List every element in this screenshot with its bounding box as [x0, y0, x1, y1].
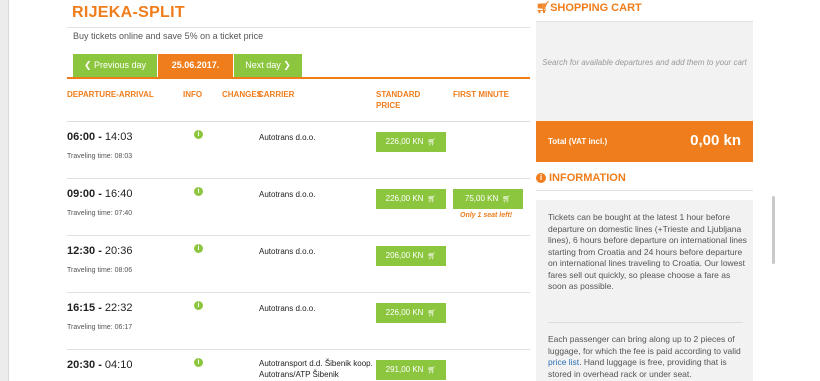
standard-price-label: 226,00 KN — [385, 137, 424, 146]
chevron-left-icon: ❮ — [83, 60, 92, 70]
travel-time: Traveling time: 07:40 — [67, 210, 133, 217]
departure-time: 12:30 — [67, 245, 96, 257]
info-circle-icon: i — [536, 173, 546, 183]
arrival-time: 14:03 — [104, 131, 133, 143]
shopping-cart-icon: 🛒︎ — [427, 367, 437, 374]
price-list-link[interactable]: price list — [548, 357, 579, 367]
info-circle-icon[interactable]: i — [194, 187, 203, 196]
seats-left-note: Only 1 seat left! — [460, 212, 513, 219]
info-circle-icon[interactable]: i — [194, 130, 203, 139]
shopping-cart-icon: 🛒︎ — [427, 253, 437, 260]
standard-price-button[interactable]: 226,00 KN 🛒︎ — [376, 303, 446, 323]
departure-time: 16:15 — [67, 302, 96, 314]
shopping-cart-icon: 🛒︎ — [536, 2, 550, 14]
info-circle-icon[interactable]: i — [194, 358, 203, 367]
departure-time: 06:00 — [67, 131, 96, 143]
standard-price-button[interactable]: 226,00 KN 🛒︎ — [376, 189, 446, 209]
sidebar: 🛒︎ SHOPPING CART Search for available de… — [536, 0, 820, 381]
information-paragraph: Tickets can be bought at the latest 1 ho… — [548, 212, 747, 291]
header-first-minute: FIRST MINUTE — [453, 90, 509, 99]
carrier-name: Autotrans d.o.o. — [259, 133, 316, 142]
info-circle-icon[interactable]: i — [194, 301, 203, 310]
cart-total-bar: Total (VAT incl.) 0,00 kn — [536, 121, 753, 162]
information-divider — [536, 190, 753, 191]
arrival-time: 04:10 — [104, 359, 133, 371]
next-day-label: Next day — [245, 60, 281, 70]
luggage-text-a: Each passenger can bring along up to 2 p… — [548, 334, 741, 356]
sidebar-scrollbar-thumb[interactable] — [772, 196, 775, 264]
left-gutter — [0, 0, 8, 381]
departure-row: 16:15 - 22:32 Traveling time: 06:17 i Au… — [67, 293, 530, 350]
header-standard-price: STANDARD PRICE — [376, 90, 421, 110]
chevron-right-icon: ❯ — [283, 60, 291, 70]
travel-time: Traveling time: 06:17 — [67, 324, 133, 331]
left-gutter-border — [8, 0, 9, 381]
departure-times: 16:15 - 22:32 — [67, 302, 133, 314]
arrival-time: 20:36 — [104, 245, 133, 257]
cart-empty-message: Search for available departures and add … — [542, 58, 747, 67]
header-info: INFO — [183, 90, 203, 99]
departure-row: 12:30 - 20:36 Traveling time: 08:06 i Au… — [67, 236, 530, 293]
departure-row: 06:00 - 14:03 Traveling time: 08:03 i Au… — [67, 122, 530, 179]
luggage-paragraph: Each passenger can bring along up to 2 p… — [548, 334, 748, 380]
carrier-name: Autotrans d.o.o. — [259, 190, 316, 199]
standard-price-label: 226,00 KN — [385, 194, 424, 203]
total-label: Total (VAT incl.) — [548, 137, 608, 146]
departure-times: 12:30 - 20:36 — [67, 245, 133, 257]
first-minute-price-button[interactable]: 75,00 KN 🛒︎ — [453, 189, 523, 209]
departure-times: 06:00 - 14:03 — [67, 131, 133, 143]
title-divider — [67, 27, 530, 28]
shopping-cart-icon: 🛒︎ — [427, 196, 437, 203]
departures-panel: RIJEKA-SPLIT Buy tickets online and save… — [58, 0, 530, 381]
standard-price-label: 226,00 KN — [385, 308, 424, 317]
total-value: 0,00 kn — [690, 132, 741, 149]
arrival-time: 22:32 — [104, 302, 133, 314]
shopping-cart-title: 🛒︎ SHOPPING CART — [536, 1, 642, 14]
departure-row: 20:30 - 04:10 i Autotransport d.d. Šiben… — [67, 350, 530, 381]
departure-times: 20:30 - 04:10 — [67, 359, 133, 371]
header-departure-arrival: DEPARTURE-ARRIVAL — [67, 90, 154, 99]
standard-price-label: 291,00 KN — [385, 365, 424, 374]
route-subtitle: Buy tickets online and save 5% on a tick… — [73, 31, 264, 41]
info-circle-icon[interactable]: i — [194, 244, 203, 253]
route-title: RIJEKA-SPLIT — [72, 4, 185, 21]
carrier-name: Autotransport d.d. Šibenik koop. Autotra… — [259, 359, 373, 379]
previous-day-label: Previous day — [94, 60, 147, 70]
shopping-cart-icon: 🛒︎ — [427, 310, 437, 317]
previous-day-button[interactable]: ❮ Previous day — [73, 54, 157, 77]
arrival-time: 16:40 — [104, 188, 133, 200]
departure-row: 09:00 - 16:40 Traveling time: 07:40 i Au… — [67, 179, 530, 236]
departure-time: 20:30 — [67, 359, 96, 371]
information-box: Tickets can be bought at the latest 1 ho… — [536, 200, 753, 381]
carrier-name: Autotrans d.o.o. — [259, 304, 316, 313]
shopping-cart-icon: 🛒︎ — [502, 196, 512, 203]
standard-price-button[interactable]: 226,00 KN 🛒︎ — [376, 132, 446, 152]
shopping-cart-title-label: SHOPPING CART — [550, 2, 642, 14]
departure-times: 09:00 - 16:40 — [67, 188, 133, 200]
carrier-name: Autotrans d.o.o. — [259, 247, 316, 256]
first-minute-price-label: 75,00 KN — [464, 194, 499, 203]
travel-time: Traveling time: 08:06 — [67, 267, 133, 274]
cart-contents: Search for available departures and add … — [536, 21, 753, 122]
table-top-rule — [67, 77, 530, 79]
next-day-button[interactable]: Next day ❯ — [234, 54, 302, 77]
header-carrier: CARRIER — [258, 90, 295, 99]
header-changes: CHANGES — [222, 90, 263, 99]
current-date-tab[interactable]: 25.06.2017. — [158, 54, 233, 77]
standard-price-button[interactable]: 291,00 KN 🛒︎ — [376, 360, 446, 380]
shopping-cart-icon: 🛒︎ — [427, 139, 437, 146]
departure-time: 09:00 — [67, 188, 96, 200]
travel-time: Traveling time: 08:03 — [67, 153, 133, 160]
standard-price-button[interactable]: 206,00 KN 🛒︎ — [376, 246, 446, 266]
information-title-label: INFORMATION — [549, 172, 626, 184]
current-date-label: 25.06.2017. — [171, 60, 220, 70]
information-title: i INFORMATION — [536, 172, 626, 184]
information-separator — [548, 322, 743, 323]
standard-price-label: 206,00 KN — [385, 251, 424, 260]
